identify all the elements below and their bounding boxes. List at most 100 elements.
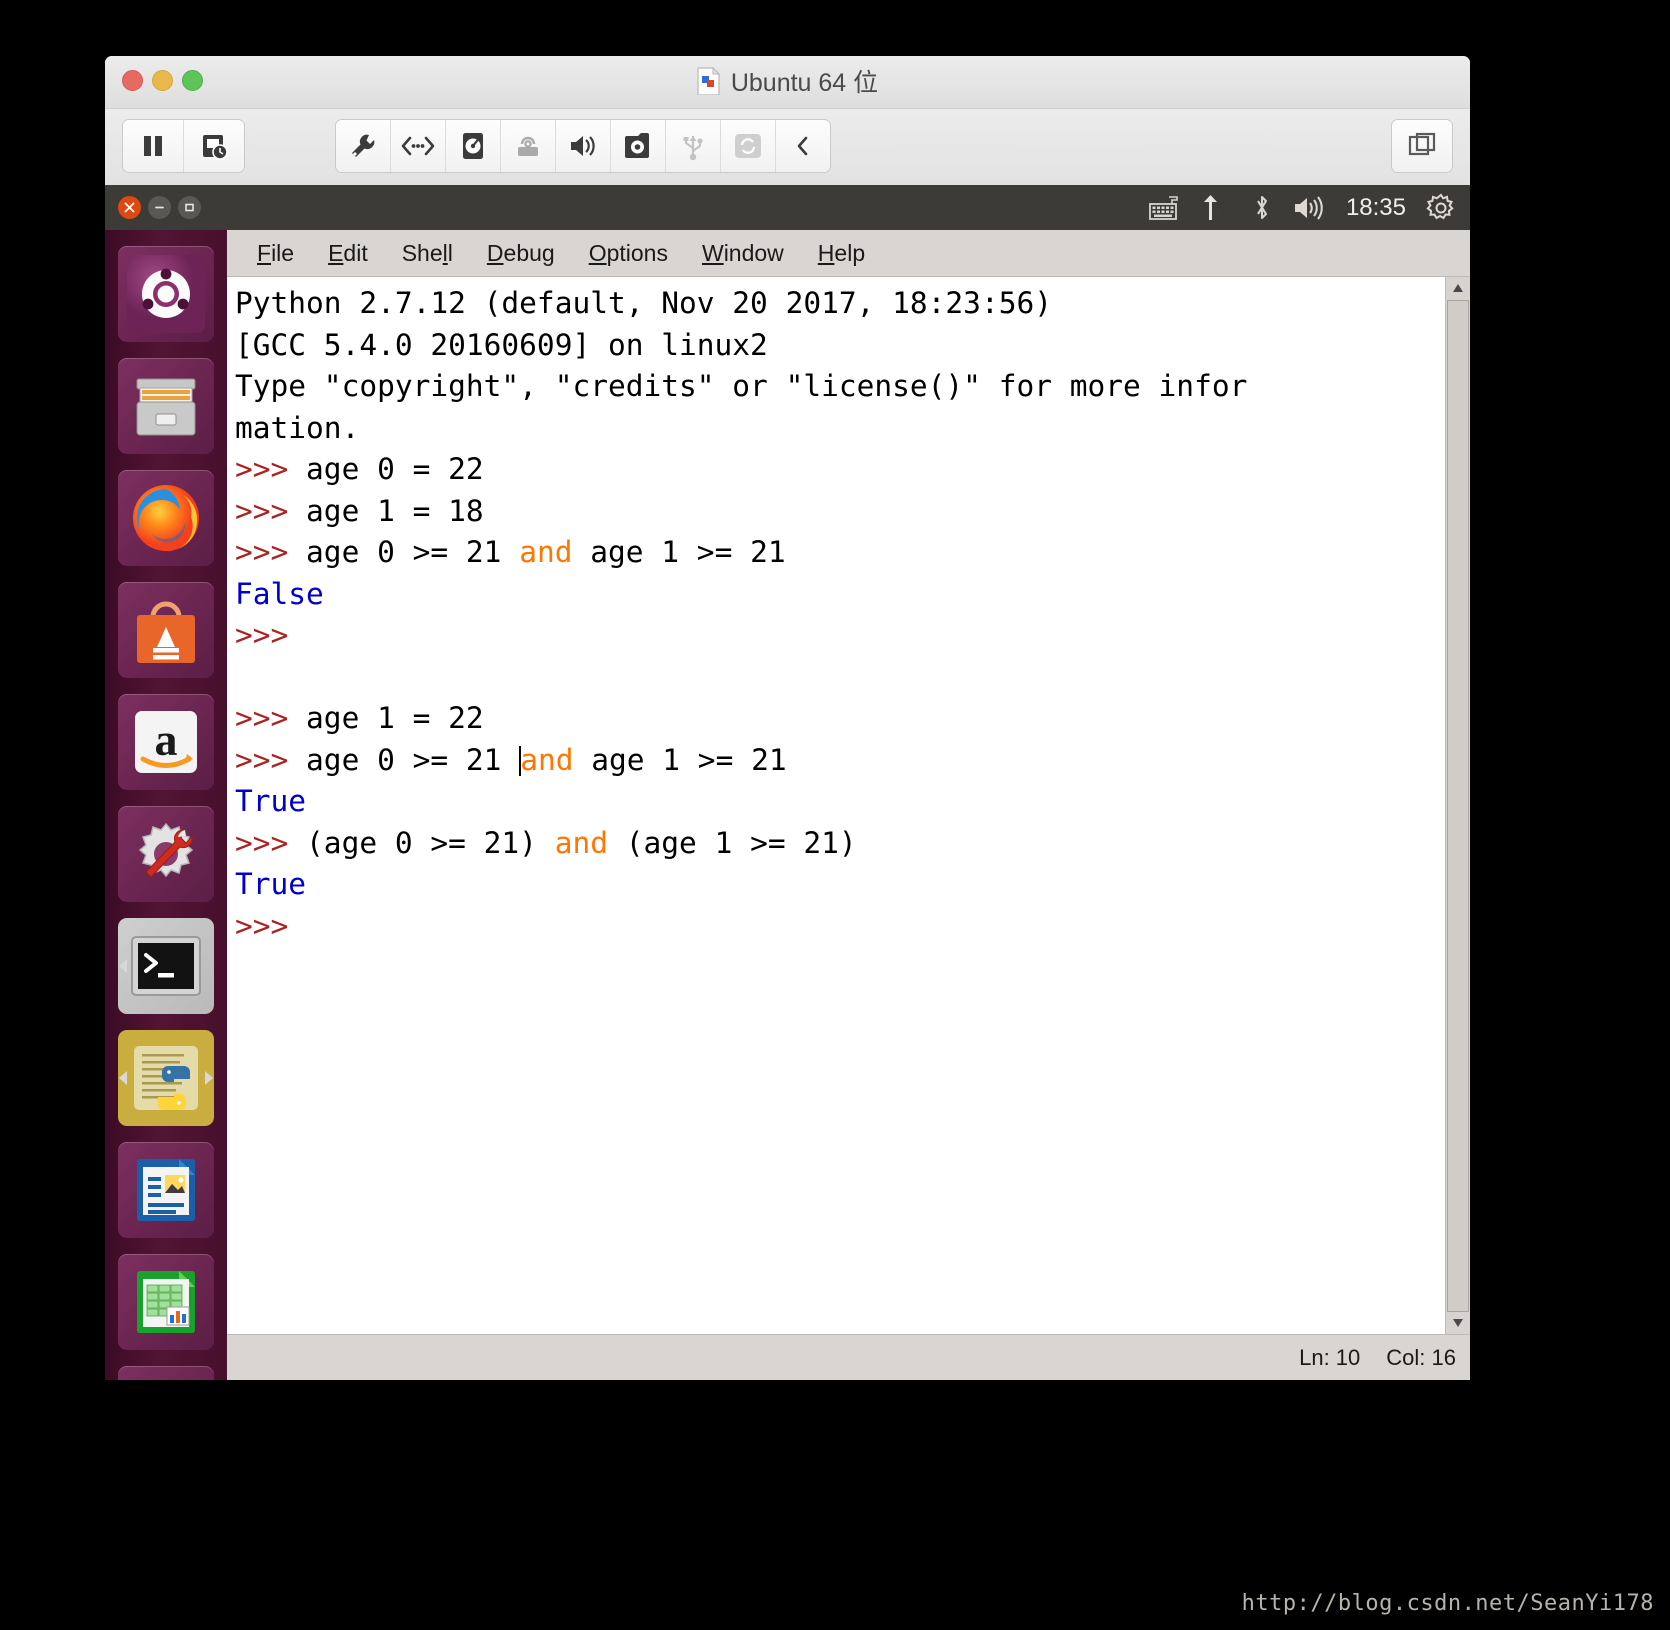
shell-line: >>> age 0 >= 21 and age 1 >= 21 xyxy=(235,740,1445,782)
shell-line: >>> age 1 = 18 xyxy=(235,491,1445,533)
shell-text: Type "copyright", "credits" or "license(… xyxy=(235,369,1248,404)
vm-title-text: Ubuntu 64 位 xyxy=(730,69,879,97)
menu-window[interactable]: Window xyxy=(685,235,801,272)
python-notepad-icon xyxy=(134,1046,198,1110)
idle-menubar: File Edit Shell Debug Options Window Hel… xyxy=(227,230,1470,278)
wrench-icon xyxy=(352,134,375,157)
gear-wrench-icon xyxy=(138,822,194,878)
close-icon xyxy=(124,202,135,213)
shell-line xyxy=(235,657,1445,699)
shared-folder-button[interactable] xyxy=(721,120,776,172)
shell-line: False xyxy=(235,574,1445,616)
menu-help[interactable]: Help xyxy=(801,235,882,272)
snapshot-button[interactable] xyxy=(184,120,244,172)
shell-line: [GCC 5.4.0 20160609] on linux2 xyxy=(235,325,1445,367)
guest-close-button[interactable] xyxy=(118,196,141,219)
menu-shell[interactable]: Shell xyxy=(385,235,470,272)
fullscreen-button[interactable] xyxy=(1392,120,1452,172)
launcher-item-dash[interactable] xyxy=(118,246,214,342)
shell-prompt: >>> xyxy=(235,535,307,570)
vm-toolbar-device-group xyxy=(335,119,831,173)
launcher-item-files[interactable] xyxy=(118,358,214,454)
camera-button[interactable] xyxy=(611,120,666,172)
shopping-bag-icon xyxy=(137,601,195,663)
bluetooth-indicator-icon[interactable] xyxy=(1252,194,1272,222)
launcher-item-trash[interactable] xyxy=(118,1366,214,1380)
menu-options[interactable]: Options xyxy=(572,235,685,272)
launcher-item-settings[interactable] xyxy=(118,806,214,902)
collapse-toolbar-button[interactable] xyxy=(776,120,830,172)
ubuntu-top-panel: 18:35 xyxy=(105,185,1470,230)
shell-line: Type "copyright", "credits" or "license(… xyxy=(235,366,1445,408)
network-button[interactable] xyxy=(391,120,446,172)
shell-output-area[interactable]: Python 2.7.12 (default, Nov 20 2017, 18:… xyxy=(227,277,1445,1335)
shell-prompt: >>> xyxy=(235,493,307,528)
screenshot-root: Ubuntu 64 位 18:35 a File Edit Shell Debu… xyxy=(0,0,1670,1630)
keyboard-indicator-icon[interactable] xyxy=(1148,195,1182,221)
launcher-item-writer[interactable] xyxy=(118,1142,214,1238)
shell-prompt: >>> xyxy=(235,452,307,487)
unity-launcher: a xyxy=(105,230,227,1380)
shell-line: >>> age 0 >= 21 and age 1 >= 21 xyxy=(235,532,1445,574)
shell-scrollbar[interactable] xyxy=(1445,277,1470,1335)
camera-icon xyxy=(625,133,649,158)
shell-line: >>> age 1 = 22 xyxy=(235,698,1445,740)
guest-minimize-button[interactable] xyxy=(148,196,171,219)
shell-text: age 0 = 22 xyxy=(306,452,484,487)
shell-text: age 1 = 18 xyxy=(306,493,484,528)
usb-icon xyxy=(683,136,703,161)
shell-text: age 1 = 22 xyxy=(306,701,484,736)
sync-icon xyxy=(735,134,761,158)
harddisk-button[interactable] xyxy=(446,120,501,172)
launcher-item-amazon[interactable]: a xyxy=(118,694,214,790)
panel-indicator-area: 18:35 xyxy=(1148,193,1470,223)
snapshot-clock-icon xyxy=(203,135,228,160)
vm-toolbar-left-group xyxy=(122,119,245,173)
shell-keyword: and xyxy=(554,825,608,860)
menu-file[interactable]: File xyxy=(240,235,311,272)
network-icon xyxy=(401,136,435,156)
shell-text: [GCC 5.4.0 20160609] on linux2 xyxy=(235,327,768,362)
printer-button[interactable] xyxy=(501,120,556,172)
volume-indicator-icon[interactable] xyxy=(1292,194,1326,222)
sound-button[interactable] xyxy=(556,120,611,172)
shell-line: >>> xyxy=(235,615,1445,657)
launcher-running-pip xyxy=(119,1071,127,1085)
shell-prompt: >>> xyxy=(235,825,307,860)
guest-maximize-button[interactable] xyxy=(178,196,201,219)
usb-button[interactable] xyxy=(666,120,721,172)
shell-text: age 1 >= 21 xyxy=(573,742,787,777)
launcher-item-idle[interactable] xyxy=(118,1030,214,1126)
scroll-up-arrow-icon[interactable] xyxy=(1447,277,1469,300)
libreoffice-writer-icon xyxy=(137,1159,195,1221)
shell-keyword: and xyxy=(520,742,574,777)
pause-button[interactable] xyxy=(123,120,184,172)
watermark-text: http://blog.csdn.net/SeanYi178 xyxy=(1241,1591,1654,1616)
launcher-item-software[interactable] xyxy=(118,582,214,678)
harddisk-icon xyxy=(463,133,483,159)
shell-prompt: >>> xyxy=(235,618,307,653)
speaker-icon xyxy=(571,136,595,156)
vm-title-bar: Ubuntu 64 位 xyxy=(105,56,1470,109)
idle-shell-window: File Edit Shell Debug Options Window Hel… xyxy=(227,230,1470,1380)
launcher-item-calc[interactable] xyxy=(118,1254,214,1350)
printer-icon xyxy=(518,136,538,156)
network-updown-indicator-icon[interactable] xyxy=(1202,194,1232,222)
gear-power-icon[interactable] xyxy=(1426,193,1456,223)
launcher-item-firefox[interactable] xyxy=(118,470,214,566)
shell-line: mation. xyxy=(235,408,1445,450)
vm-document-icon xyxy=(697,67,721,95)
settings-button[interactable] xyxy=(336,120,391,172)
shell-text: (age 0 >= 21) xyxy=(306,825,555,860)
shell-line: >>> xyxy=(235,906,1445,948)
menu-edit[interactable]: Edit xyxy=(311,235,385,272)
vmware-window: Ubuntu 64 位 18:35 a File Edit Shell Debu… xyxy=(105,56,1470,1380)
launcher-item-terminal[interactable] xyxy=(118,918,214,1014)
menu-debug[interactable]: Debug xyxy=(470,235,572,272)
maximize-icon xyxy=(185,203,194,212)
panel-clock[interactable]: 18:35 xyxy=(1346,194,1406,222)
scrollbar-thumb[interactable] xyxy=(1447,300,1469,1313)
shell-output-value: True xyxy=(235,784,307,819)
scroll-down-arrow-icon[interactable] xyxy=(1447,1312,1469,1335)
window-copy-icon xyxy=(1408,132,1436,156)
